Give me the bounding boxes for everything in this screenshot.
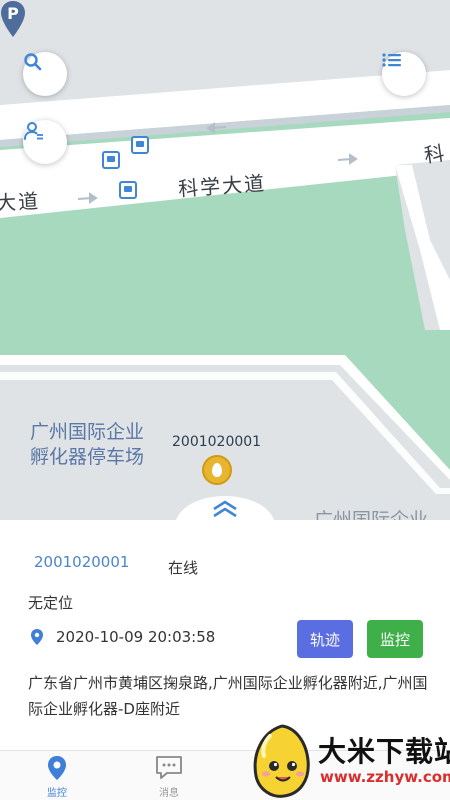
poi-parking-label[interactable]: 广州国际企业 孵化器停车场 <box>30 420 144 470</box>
bus-stop-icon[interactable] <box>119 181 137 199</box>
road-label-left: 大道 <box>0 188 41 216</box>
double-chevron-up-icon <box>213 500 237 518</box>
tab-messages-label: 消息 <box>159 788 179 799</box>
search-button[interactable] <box>23 52 67 96</box>
device-marker-icon[interactable] <box>202 455 232 485</box>
list-icon <box>382 53 401 67</box>
device-id[interactable]: 2001020001 <box>34 553 129 571</box>
monitor-button[interactable]: 监控 <box>367 620 423 658</box>
watermark: 大米下载站 www.zzhyw.com <box>246 722 450 800</box>
location-pin-icon <box>31 629 43 645</box>
map-view[interactable]: 科学大道 大道 科 P 广州国际企业 孵化器停车场 广州国际企业 2001020… <box>0 0 450 540</box>
user-switch-button[interactable] <box>23 120 67 164</box>
last-update-time: 2020-10-09 20:03:58 <box>56 628 216 646</box>
bus-stop-icon[interactable] <box>102 151 120 169</box>
poi-parking-label-line2: 孵化器停车场 <box>30 446 145 468</box>
device-marker-label: 2001020001 <box>172 434 262 450</box>
location-pin-icon <box>48 756 66 780</box>
parking-pin-icon[interactable]: P <box>0 0 26 38</box>
list-button[interactable] <box>382 52 426 96</box>
device-status: 在线 <box>168 559 199 577</box>
road-label-kexue-avenue: 科学大道 <box>177 170 267 202</box>
user-switch-icon <box>24 122 43 140</box>
search-icon <box>24 53 42 71</box>
location-status: 无定位 <box>28 594 74 612</box>
rice-mascot-logo <box>253 724 310 798</box>
bus-stop-icon[interactable] <box>131 136 149 154</box>
track-button[interactable]: 轨迹 <box>297 620 353 658</box>
tab-monitor[interactable]: 监控 <box>17 751 97 800</box>
svg-text:P: P <box>7 4 19 23</box>
watermark-title: 大米下载站 <box>318 735 450 768</box>
road-label-right: 科 <box>422 140 448 168</box>
address-text: 广东省广州市黄埔区掬泉路,广州国际企业孵化器附近,广州国际企业孵化器-D座附近 <box>28 674 428 718</box>
tab-monitor-label: 监控 <box>47 788 67 799</box>
message-icon <box>156 756 182 779</box>
tab-messages[interactable]: 消息 <box>129 751 209 800</box>
watermark-url: www.zzhyw.com <box>320 768 450 786</box>
timestamp-row: 2020-10-09 20:03:58 <box>30 628 215 646</box>
poi-parking-label-line1: 广州国际企业 <box>30 421 145 443</box>
